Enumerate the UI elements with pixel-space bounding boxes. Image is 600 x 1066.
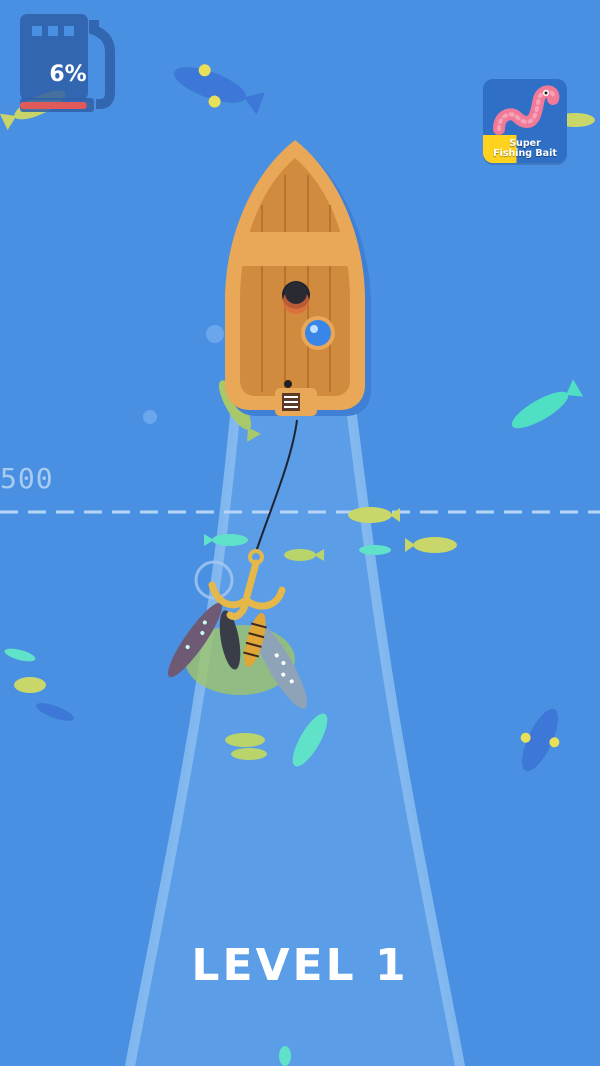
level-title: LEVEL 1: [191, 940, 409, 991]
depth-marker-label: 500: [0, 462, 54, 495]
game-scene: 6% Super Fishing Bait 500 LEVEL 1: [0, 0, 600, 1066]
fuel-gauge: 6%: [14, 12, 124, 112]
powerup-title-line2: Fishing Bait: [493, 148, 557, 159]
fuel-percent-text: 6%: [49, 62, 87, 87]
fishing-boat[interactable]: [225, 140, 371, 416]
worm-icon: [493, 85, 560, 135]
boat-bench: [240, 232, 350, 266]
fishing-hook: [208, 549, 286, 620]
fishing-line: [255, 419, 298, 553]
powerup-label: Super Fishing Bait: [483, 135, 567, 163]
fuel-bar-fill: [20, 102, 87, 109]
super-fishing-bait-button[interactable]: Super Fishing Bait: [483, 79, 567, 163]
